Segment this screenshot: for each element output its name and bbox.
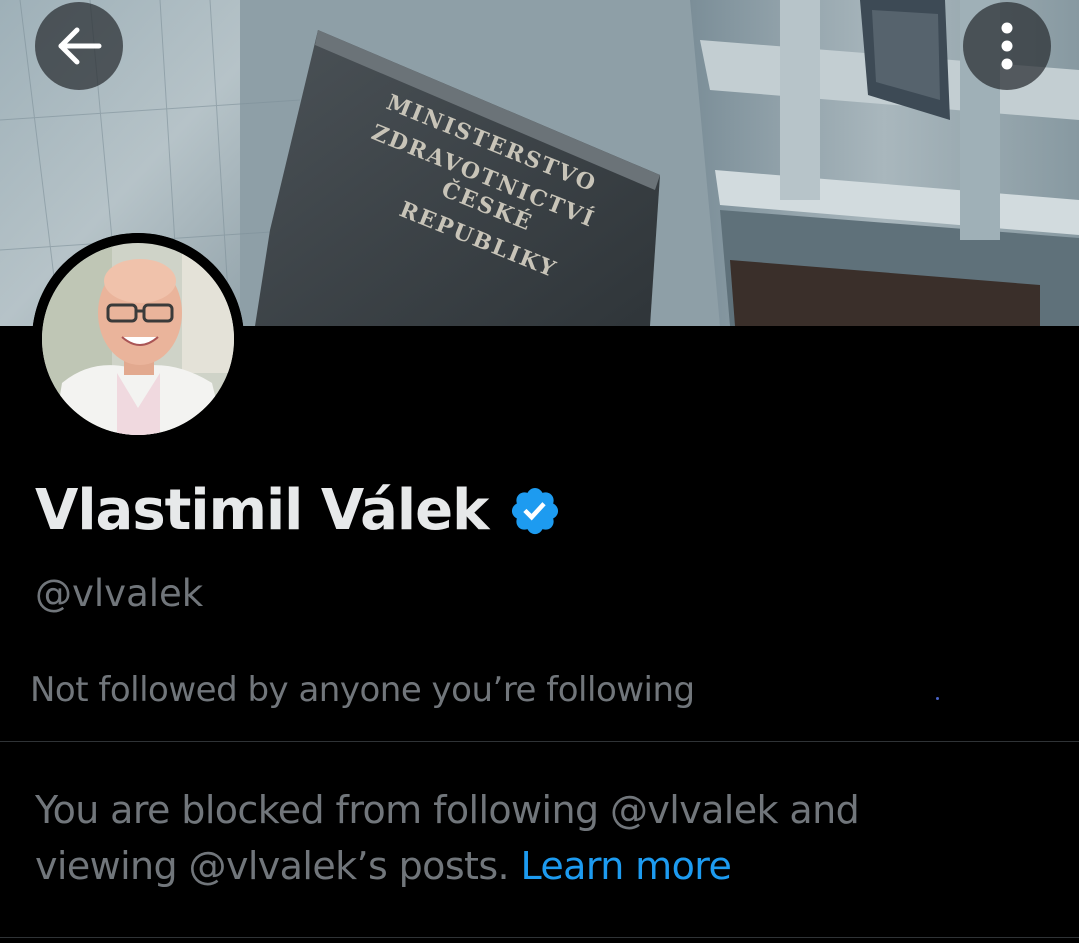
display-name: Vlastimil Válek bbox=[35, 478, 489, 543]
learn-more-link[interactable]: Learn more bbox=[521, 844, 732, 888]
avatar-photo bbox=[32, 233, 244, 445]
blocked-notice: You are blocked from following @vlvalek … bbox=[35, 782, 1035, 894]
divider bbox=[0, 741, 1079, 742]
profile-name-row: Vlastimil Válek bbox=[35, 478, 562, 543]
followers-you-know-text[interactable]: Not followed by anyone you’re following bbox=[30, 670, 695, 710]
blocked-notice-line1: You are blocked from following @vlvalek … bbox=[35, 788, 860, 832]
blocked-notice-line2: viewing @vlvalek’s posts. bbox=[35, 844, 510, 888]
divider bbox=[0, 937, 1079, 938]
verified-badge-icon[interactable] bbox=[508, 484, 562, 538]
artifact-dot bbox=[936, 697, 939, 700]
profile-handle: @vlvalek bbox=[35, 572, 204, 615]
more-vertical-icon bbox=[1001, 22, 1013, 70]
arrow-left-icon bbox=[58, 27, 102, 65]
profile-page: MINISTERSTVO ZDRAVOTNICTVÍ ČESKÉ REPUBLI… bbox=[0, 0, 1079, 943]
profile-avatar[interactable] bbox=[32, 233, 244, 445]
back-button[interactable] bbox=[35, 2, 123, 90]
more-options-button[interactable] bbox=[963, 2, 1051, 90]
